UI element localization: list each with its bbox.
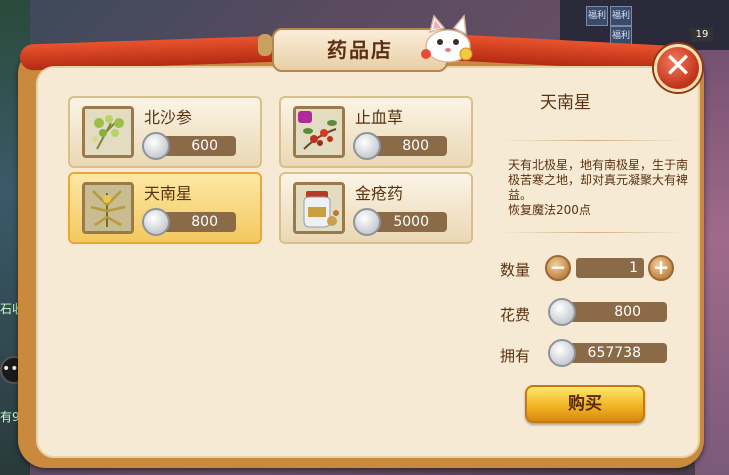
divider	[500, 140, 686, 141]
scroll-roll-icon	[258, 34, 272, 56]
detail-description: 天有北极星，地有南极星，生于南极苦寒之地，却对真元凝聚大有裨益。 恢复魔法200…	[508, 158, 688, 218]
buy-button[interactable]: 购买	[525, 385, 645, 423]
item-name: 止血草	[355, 108, 404, 127]
hud-chip[interactable]: 福利	[610, 6, 632, 26]
hud-chip[interactable]: 福利	[586, 6, 608, 26]
quantity-label: 数量	[500, 261, 531, 279]
shop-item-card[interactable]: 金疮药 5000	[279, 172, 473, 244]
starflower-herb-icon	[82, 182, 134, 234]
silver-coin-icon	[142, 208, 170, 236]
description-text: 天有北极星，地有南极星，生于南极苦寒之地，却对真元凝聚大有裨益。	[508, 158, 689, 202]
silver-coin-icon	[353, 208, 381, 236]
effect-text: 恢复魔法200点	[508, 203, 591, 217]
silver-coin-icon	[142, 132, 170, 160]
item-name: 北沙参	[144, 108, 193, 127]
shop-item-card[interactable]: 北沙参 600	[68, 96, 262, 168]
cost-label: 花费	[500, 306, 531, 324]
detail-item-title: 天南星	[540, 93, 591, 113]
hud-level-badge: 19	[691, 28, 713, 42]
shop-item-card-selected[interactable]: 天南星 800	[68, 172, 262, 244]
decrease-quantity-button[interactable]: −	[545, 255, 571, 281]
owned-label: 拥有	[500, 347, 531, 365]
item-name: 天南星	[144, 184, 193, 203]
increase-quantity-button[interactable]: +	[648, 255, 674, 281]
close-button[interactable]: ✕	[654, 44, 702, 92]
quantity-value[interactable]: 1	[576, 258, 644, 278]
silver-coin-icon	[548, 339, 576, 367]
silver-coin-icon	[548, 298, 576, 326]
shop-item-card[interactable]: 止血草 800	[279, 96, 473, 168]
silver-coin-icon	[353, 132, 381, 160]
herb-sprig-icon	[82, 106, 134, 158]
lucky-cat-icon	[414, 10, 484, 66]
divider	[500, 232, 686, 233]
item-name: 金疮药	[355, 184, 404, 203]
berry-branch-icon	[293, 106, 345, 158]
medicine-jar-icon	[293, 182, 345, 234]
